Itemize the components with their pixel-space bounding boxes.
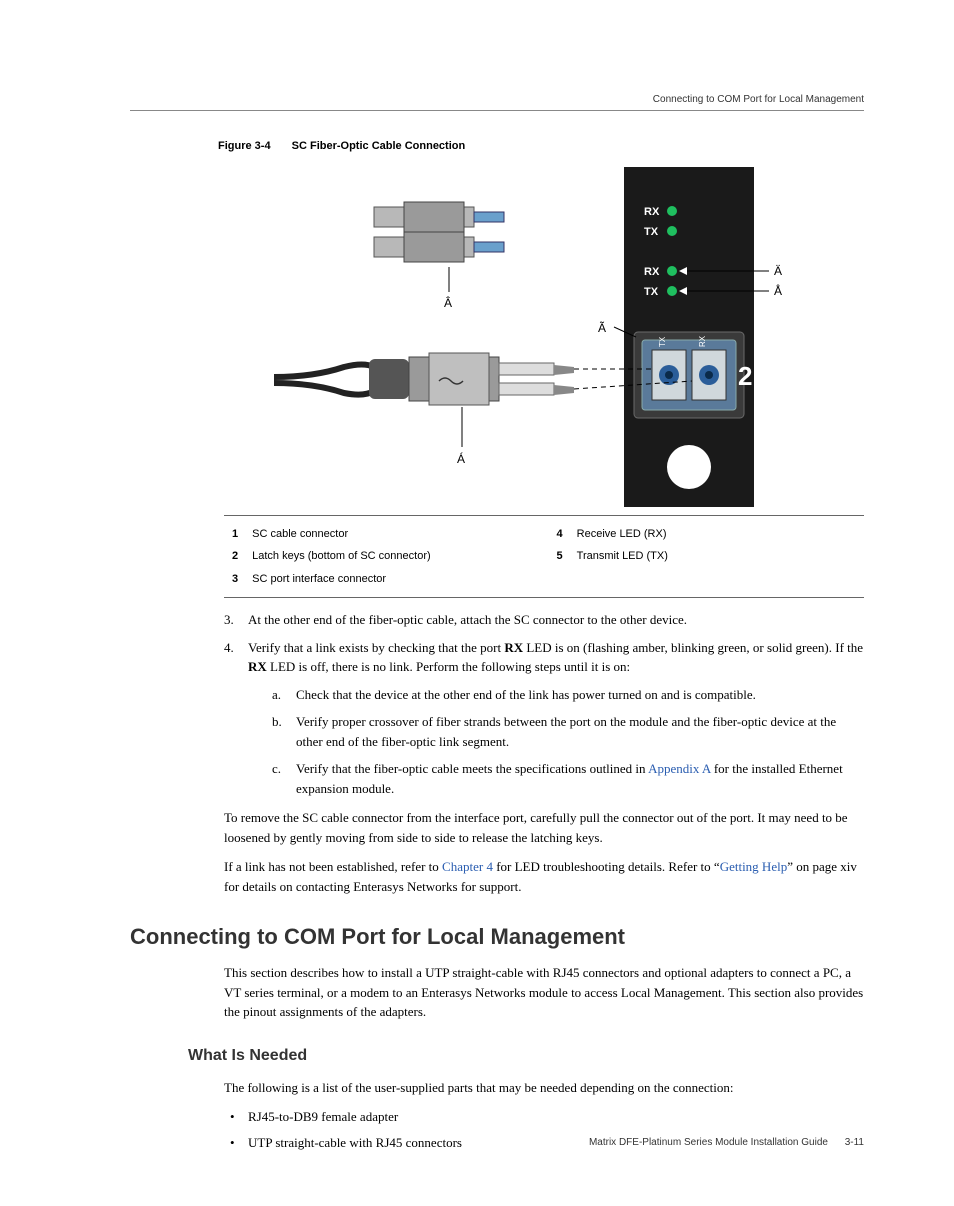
substeps: a. Check that the device at the other en… — [272, 685, 864, 799]
body-paragraph: If a link has not been established, refe… — [224, 857, 864, 896]
body-paragraph: The following is a list of the user-supp… — [224, 1078, 864, 1098]
link-appendix-a[interactable]: Appendix A — [648, 761, 710, 776]
body-paragraph: To remove the SC cable connector from th… — [224, 808, 864, 847]
figure-diagram: RX TX RX Ä TX Å TX RX 2 Ã — [274, 167, 814, 507]
substep-text: Verify proper crossover of fiber strands… — [296, 714, 836, 749]
list-item: 4. Verify that a link exists by checking… — [224, 638, 864, 799]
step-marker: 4. — [224, 638, 234, 658]
legend-num: 5 — [551, 546, 569, 567]
substep-marker: a. — [272, 685, 281, 705]
svg-text:TX: TX — [658, 336, 667, 347]
figure-title: SC Fiber-Optic Cable Connection — [292, 140, 466, 152]
svg-text:Ã: Ã — [598, 321, 606, 335]
body-paragraph: This section describes how to install a … — [224, 963, 864, 1022]
legend-text: SC port interface connector — [246, 569, 548, 590]
legend-num: 3 — [226, 569, 244, 590]
step-marker: 3. — [224, 610, 234, 630]
list-item: 3. At the other end of the fiber-optic c… — [224, 610, 864, 630]
legend-num: 4 — [551, 524, 569, 545]
list-item: c. Verify that the fiber-optic cable mee… — [272, 759, 864, 798]
legend-text: Receive LED (RX) — [571, 524, 862, 545]
svg-text:RX: RX — [644, 266, 660, 278]
page-number: 3-11 — [845, 1137, 864, 1148]
svg-text:Å: Å — [774, 283, 782, 298]
step-text: At the other end of the fiber-optic cabl… — [248, 612, 687, 627]
list-item: b. Verify proper crossover of fiber stra… — [272, 712, 864, 751]
header-rule — [130, 110, 864, 111]
svg-text:Â: Â — [444, 295, 452, 310]
svg-text:Ä: Ä — [774, 264, 782, 278]
figure-legend: 1 SC cable connector 4 Receive LED (RX) … — [224, 515, 864, 599]
svg-text:RX: RX — [644, 206, 660, 218]
step-text: Verify that a link exists by checking th… — [248, 640, 863, 675]
procedure-steps: 3. At the other end of the fiber-optic c… — [224, 610, 864, 798]
list-item: a. Check that the device at the other en… — [272, 685, 864, 705]
list-item: RJ45-to-DB9 female adapter — [224, 1107, 864, 1127]
running-head: Connecting to COM Port for Local Managem… — [653, 92, 864, 107]
legend-num: 1 — [226, 524, 244, 545]
subsection-heading: What Is Needed — [188, 1044, 864, 1068]
page-footer: Matrix DFE-Platinum Series Module Instal… — [589, 1135, 864, 1150]
link-getting-help[interactable]: Getting Help — [720, 859, 788, 874]
legend-num: 2 — [226, 546, 244, 567]
substep-marker: c. — [272, 759, 281, 779]
substep-marker: b. — [272, 712, 282, 732]
substep-text: Verify that the fiber-optic cable meets … — [296, 761, 843, 796]
section-heading: Connecting to COM Port for Local Managem… — [130, 920, 864, 953]
legend-text: Latch keys (bottom of SC connector) — [246, 546, 548, 567]
footer-title: Matrix DFE-Platinum Series Module Instal… — [589, 1137, 828, 1148]
link-chapter-4[interactable]: Chapter 4 — [442, 859, 493, 874]
svg-text:RX: RX — [698, 335, 707, 347]
svg-text:TX: TX — [644, 226, 659, 238]
figure-caption: Figure 3-4 SC Fiber-Optic Cable Connecti… — [218, 138, 864, 155]
legend-text: SC cable connector — [246, 524, 548, 545]
svg-text:Á: Á — [457, 451, 465, 466]
figure-number: Figure 3-4 — [218, 140, 271, 152]
svg-text:2: 2 — [738, 361, 752, 391]
svg-text:TX: TX — [644, 286, 659, 298]
legend-text: Transmit LED (TX) — [571, 546, 862, 567]
substep-text: Check that the device at the other end o… — [296, 687, 756, 702]
